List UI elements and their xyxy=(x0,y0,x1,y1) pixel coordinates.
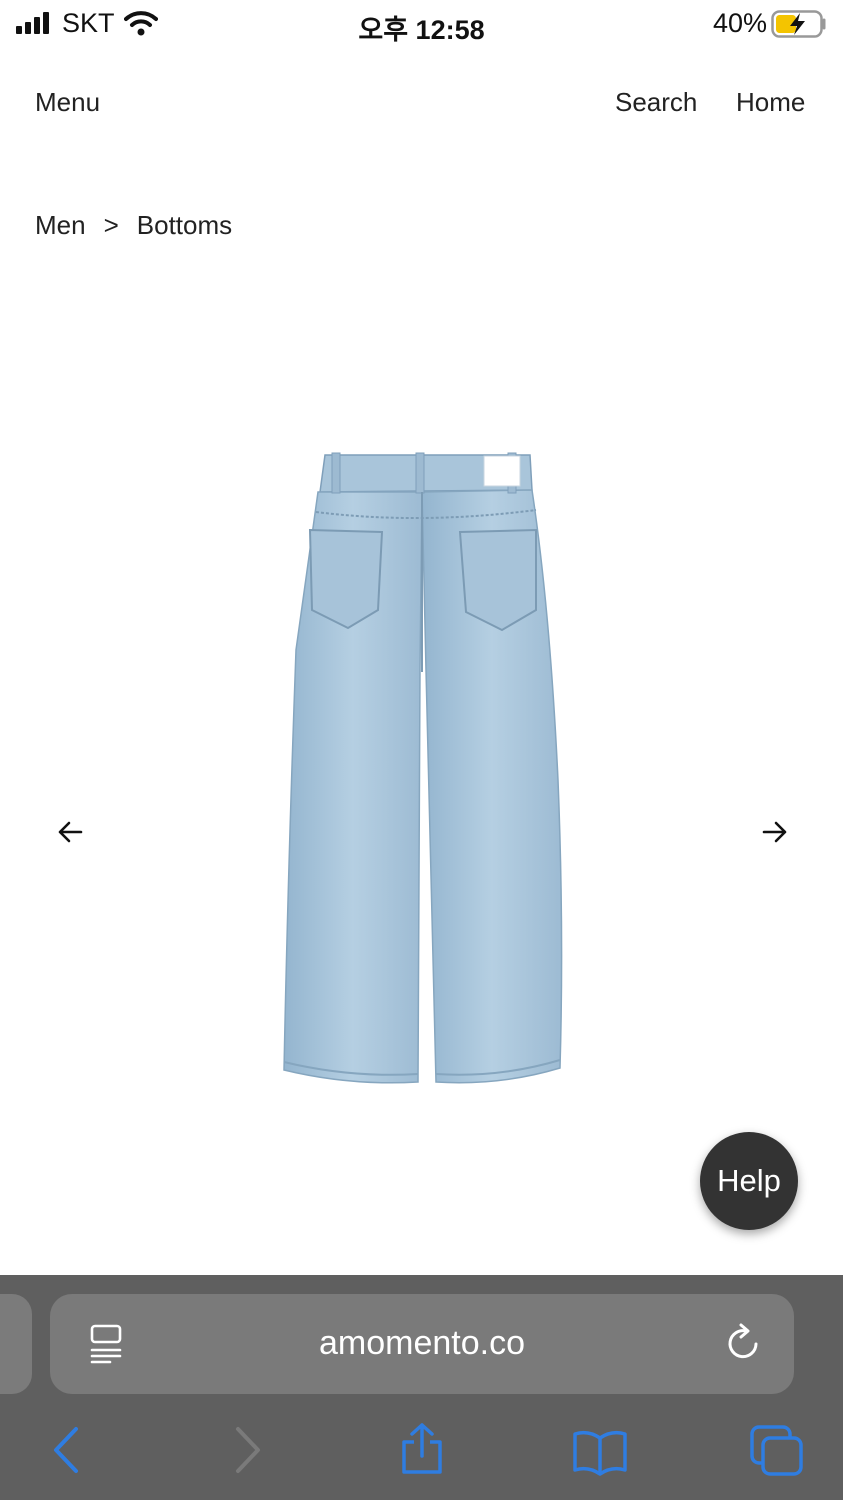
tabs-icon[interactable] xyxy=(750,1425,804,1477)
battery-charging-icon xyxy=(771,10,826,38)
help-button[interactable]: Help xyxy=(700,1132,798,1230)
breadcrumb-bottoms[interactable]: Bottoms xyxy=(137,210,232,241)
arrow-left-icon[interactable] xyxy=(56,818,84,846)
breadcrumb-separator: > xyxy=(103,210,119,240)
breadcrumb: Men > Bottoms xyxy=(35,210,232,241)
address-bar[interactable]: amomento.co xyxy=(50,1294,794,1394)
url-text: amomento.co xyxy=(319,1324,525,1362)
previous-tab-peek[interactable] xyxy=(0,1294,32,1394)
product-image xyxy=(283,452,563,1084)
back-icon[interactable] xyxy=(48,1425,82,1475)
status-bar: SKT 오후 12:58 40% xyxy=(0,0,843,50)
home-link[interactable]: Home xyxy=(736,87,805,118)
arrow-right-icon[interactable] xyxy=(761,818,789,846)
breadcrumb-men[interactable]: Men xyxy=(35,210,86,241)
bookmarks-icon[interactable] xyxy=(572,1428,628,1476)
battery-percent: 40% xyxy=(712,8,767,38)
search-link[interactable]: Search xyxy=(615,87,697,118)
share-icon[interactable] xyxy=(398,1422,446,1476)
forward-icon[interactable] xyxy=(232,1425,266,1475)
reload-icon[interactable] xyxy=(724,1322,764,1364)
menu-link[interactable]: Menu xyxy=(35,87,100,118)
